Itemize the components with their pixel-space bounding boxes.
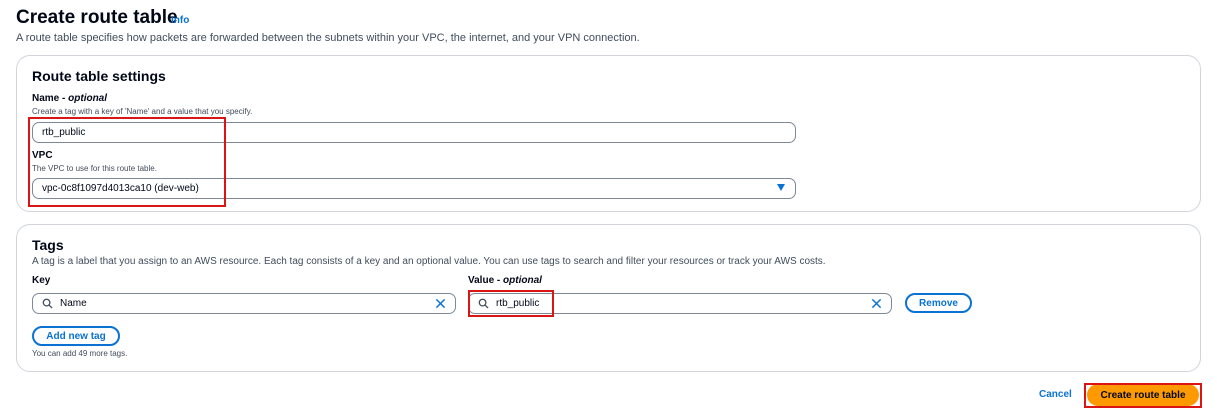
tags-title: Tags [32, 237, 64, 253]
settings-title: Route table settings [32, 68, 166, 84]
page-description: A route table specifies how packets are … [16, 32, 640, 44]
vpc-description: The VPC to use for this route table. [32, 164, 157, 173]
tags-panel: Tags A tag is a label that you assign to… [16, 224, 1201, 372]
tag-key-value: Name [60, 298, 87, 309]
add-new-tag-button[interactable]: Add new tag [32, 326, 120, 346]
name-label: Name - optional [32, 93, 108, 104]
info-link[interactable]: Info [171, 15, 189, 26]
page-title: Create route table [16, 7, 178, 28]
key-label: Key [32, 275, 51, 286]
route-table-settings-panel: Route table settings Name - optional Cre… [16, 55, 1201, 212]
vpc-label: VPC [32, 150, 53, 161]
cancel-button[interactable]: Cancel [1039, 389, 1072, 400]
name-input-value: rtb_public [42, 127, 86, 138]
caret-down-icon [777, 184, 785, 191]
create-route-table-button[interactable]: Create route table [1087, 384, 1199, 406]
tags-remaining-hint: You can add 49 more tags. [32, 349, 128, 358]
tags-description: A tag is a label that you assign to an A… [32, 256, 826, 267]
vpc-select-value: vpc-0c8f1097d4013ca10 (dev-web) [42, 183, 199, 194]
value-label: Value - optional [468, 275, 542, 286]
tag-value-value: rtb_public [496, 298, 540, 309]
name-input[interactable]: rtb_public [32, 122, 796, 143]
name-description: Create a tag with a key of 'Name' and a … [32, 107, 253, 116]
clear-icon[interactable] [871, 298, 882, 309]
tag-key-input[interactable]: Name [32, 293, 456, 314]
clear-icon[interactable] [435, 298, 446, 309]
search-icon [478, 298, 489, 309]
remove-tag-button[interactable]: Remove [905, 293, 972, 313]
tag-value-input[interactable]: rtb_public [468, 293, 892, 314]
vpc-select[interactable]: vpc-0c8f1097d4013ca10 (dev-web) [32, 178, 796, 199]
search-icon [42, 298, 53, 309]
